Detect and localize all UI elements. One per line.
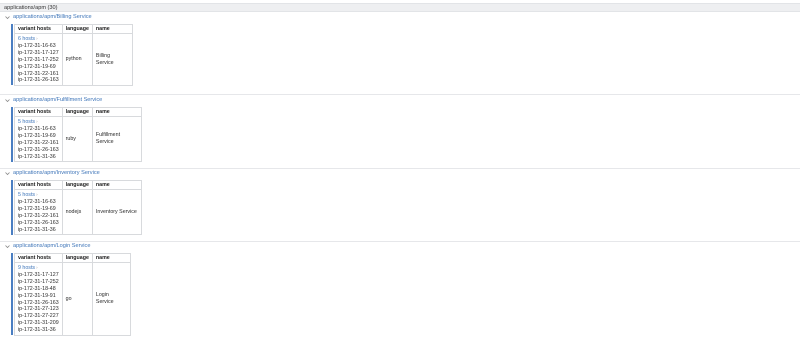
host-name: ip-172-31-22-161: [18, 70, 59, 77]
host-name: ip-172-31-19-69: [18, 205, 56, 212]
name-cell: Fulfillment Service: [91, 115, 142, 163]
chevron-right-icon: ›: [36, 192, 38, 197]
column-header-hosts: variant hosts: [14, 107, 63, 117]
host-name: ip-172-31-22-161: [18, 139, 59, 146]
service-table: variant hosts language name 6 hosts› ip-172-…: [14, 24, 133, 87]
hosts-count-link[interactable]: 5 hosts›: [18, 192, 59, 199]
section-accent-bar: [11, 180, 13, 235]
hosts-count-label[interactable]: 9 hosts: [18, 265, 35, 271]
language-cell: python: [61, 32, 93, 87]
column-header-name: name: [91, 180, 142, 190]
section-accent-bar: [11, 107, 13, 162]
chevron-down-icon[interactable]: [4, 243, 11, 250]
hosts-count-link[interactable]: 5 hosts›: [18, 119, 59, 126]
section-title-link[interactable]: applications/apm/Fulfillment Service: [13, 97, 102, 104]
table-row: 5 hosts› ip-172-31-16-63 ip-172-31-19-69 ip…: [14, 115, 142, 163]
name-cell: Login Service: [91, 261, 131, 337]
section-header[interactable]: applications/apm/Fulfillment Service: [4, 97, 102, 104]
host-name: ip-172-31-16-63: [18, 198, 56, 205]
host-name: ip-172-31-16-63: [18, 42, 56, 49]
hosts-count-label[interactable]: 5 hosts: [18, 192, 35, 198]
chevron-down-icon[interactable]: [4, 170, 11, 177]
service-table: variant hosts language name 5 hosts› ip-172-…: [14, 180, 142, 236]
host-name: ip-172-31-18-48: [18, 285, 56, 292]
host-name: ip-172-31-17-127: [18, 271, 59, 278]
table-header-row: variant hosts language name: [14, 180, 142, 190]
section-accent-bar: [11, 253, 13, 336]
hosts-cell: 6 hosts› ip-172-31-16-63 ip-172-31-17-127 i…: [14, 32, 63, 87]
section-title-link[interactable]: applications/apm/Billing Service: [13, 14, 92, 21]
column-header-language: language: [61, 253, 93, 263]
section-divider: [0, 168, 800, 169]
hosts-count-link[interactable]: 6 hosts›: [18, 36, 59, 43]
service-table: variant hosts language name 5 hosts› ip-172-…: [14, 107, 142, 163]
chevron-right-icon: ›: [36, 119, 38, 124]
table-header-row: variant hosts language name: [14, 107, 142, 117]
group-title: applications/apm (30): [4, 5, 58, 11]
column-header-name: name: [91, 24, 133, 34]
host-name: ip-172-31-16-63: [18, 125, 56, 132]
section-header[interactable]: applications/apm/Login Service: [4, 243, 90, 250]
language-cell: nodejs: [61, 188, 93, 236]
group-header-bar: applications/apm (30): [0, 3, 800, 12]
host-name: ip-172-31-19-69: [18, 132, 56, 139]
language-cell: ruby: [61, 115, 93, 163]
host-name: ip-172-31-26-163: [18, 219, 59, 226]
language-cell: go: [61, 261, 93, 337]
host-name: ip-172-31-27-227: [18, 313, 59, 320]
host-name: ip-172-31-31-36: [18, 327, 56, 334]
hosts-count-label[interactable]: 5 hosts: [18, 119, 35, 125]
section-header[interactable]: applications/apm/Billing Service: [4, 14, 92, 21]
host-name: ip-172-31-19-91: [18, 292, 56, 299]
hosts-cell: 5 hosts› ip-172-31-16-63 ip-172-31-19-69 ip…: [14, 188, 63, 236]
column-header-hosts: variant hosts: [14, 24, 63, 34]
section-title-link[interactable]: applications/apm/Login Service: [13, 243, 90, 250]
section-accent-bar: [11, 24, 13, 86]
host-name: ip-172-31-26-163: [18, 299, 59, 306]
column-header-hosts: variant hosts: [14, 253, 63, 263]
column-header-hosts: variant hosts: [14, 180, 63, 190]
host-name: ip-172-31-31-36: [18, 153, 56, 160]
host-name: ip-172-31-27-123: [18, 306, 59, 313]
section-divider: [0, 241, 800, 242]
host-name: ip-172-31-17-252: [18, 56, 59, 63]
section-title-link[interactable]: applications/apm/Inventory Service: [13, 170, 100, 177]
host-name: ip-172-31-26-163: [18, 146, 59, 153]
name-cell: Billing Service: [91, 32, 133, 87]
table-row: 9 hosts› ip-172-31-17-127 ip-172-31-17-252…: [14, 261, 131, 337]
chevron-right-icon: ›: [36, 36, 38, 41]
chevron-down-icon[interactable]: [4, 97, 11, 104]
table-header-row: variant hosts language name: [14, 253, 131, 263]
hosts-count-label[interactable]: 6 hosts: [18, 36, 35, 42]
host-name: ip-172-31-19-69: [18, 63, 56, 70]
section-header[interactable]: applications/apm/Inventory Service: [4, 170, 100, 177]
hosts-count-link[interactable]: 9 hosts›: [18, 265, 59, 272]
table-row: 6 hosts› ip-172-31-16-63 ip-172-31-17-127 i…: [14, 32, 133, 87]
table-row: 5 hosts› ip-172-31-16-63 ip-172-31-19-69 ip…: [14, 188, 142, 236]
column-header-name: name: [91, 253, 131, 263]
hosts-cell: 5 hosts› ip-172-31-16-63 ip-172-31-19-69 ip…: [14, 115, 63, 163]
column-header-language: language: [61, 24, 93, 34]
host-name: ip-172-31-17-127: [18, 49, 59, 56]
host-name: ip-172-31-31-209: [18, 320, 59, 327]
host-name: ip-172-31-17-252: [18, 278, 59, 285]
column-header-language: language: [61, 107, 93, 117]
chevron-down-icon[interactable]: [4, 14, 11, 21]
column-header-name: name: [91, 107, 142, 117]
host-name: ip-172-31-31-36: [18, 226, 56, 233]
host-name: ip-172-31-26-163: [18, 77, 59, 84]
chevron-right-icon: ›: [36, 265, 38, 270]
column-header-language: language: [61, 180, 93, 190]
table-header-row: variant hosts language name: [14, 24, 133, 34]
host-name: ip-172-31-22-161: [18, 212, 59, 219]
service-table: variant hosts language name 9 hosts› ip-172-…: [14, 253, 131, 337]
hosts-cell: 9 hosts› ip-172-31-17-127 ip-172-31-17-252…: [14, 261, 63, 337]
name-cell: Inventory Service: [91, 188, 142, 236]
section-divider: [0, 94, 800, 95]
